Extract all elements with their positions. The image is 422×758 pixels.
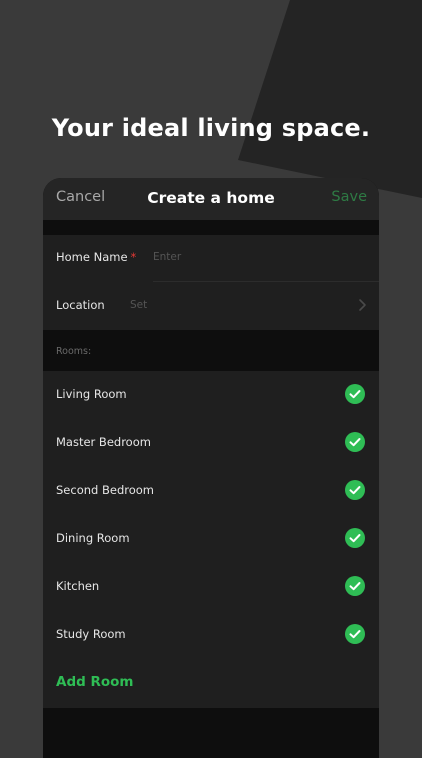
check-circle-icon[interactable] xyxy=(345,384,365,404)
page-title: Create a home xyxy=(147,189,275,207)
divider xyxy=(153,281,379,282)
nav-bar: Cancel Create a home Save xyxy=(43,178,379,220)
save-button[interactable]: Save xyxy=(331,189,367,205)
chevron-right-icon xyxy=(359,299,366,311)
room-item[interactable]: Living Room xyxy=(43,371,379,419)
room-name: Dining Room xyxy=(56,531,130,545)
room-item[interactable]: Study Room xyxy=(43,611,379,659)
room-name: Second Bedroom xyxy=(56,483,154,497)
location-row[interactable]: Location Set xyxy=(43,283,379,330)
rooms-header: Rooms: xyxy=(56,346,92,357)
room-item[interactable]: Dining Room xyxy=(43,515,379,563)
room-name: Kitchen xyxy=(56,579,100,593)
location-label: Location xyxy=(56,298,105,312)
check-circle-icon[interactable] xyxy=(345,480,365,500)
check-circle-icon[interactable] xyxy=(345,624,365,644)
create-home-sheet: Cancel Create a home Save Home Name * Ent… xyxy=(43,178,379,758)
rooms-list: Living Room Master Bedroom Second Bedroo… xyxy=(43,371,379,708)
room-name: Study Room xyxy=(56,627,126,641)
add-room-button[interactable]: Add Room xyxy=(56,674,134,690)
room-item[interactable]: Master Bedroom xyxy=(43,419,379,467)
home-name-input[interactable]: Enter xyxy=(153,251,181,263)
home-form: Home Name * Enter Location Set xyxy=(43,235,379,330)
room-item[interactable]: Kitchen xyxy=(43,563,379,611)
room-name: Master Bedroom xyxy=(56,435,151,449)
required-mark: * xyxy=(130,250,137,264)
home-name-row[interactable]: Home Name * Enter xyxy=(43,235,379,282)
home-name-label: Home Name * xyxy=(56,250,137,264)
check-circle-icon[interactable] xyxy=(345,432,365,452)
check-circle-icon[interactable] xyxy=(345,528,365,548)
headline: Your ideal living space. xyxy=(51,114,371,142)
location-field[interactable]: Set xyxy=(130,299,147,311)
room-item[interactable]: Second Bedroom xyxy=(43,467,379,515)
check-circle-icon[interactable] xyxy=(345,576,365,596)
room-name: Living Room xyxy=(56,387,127,401)
